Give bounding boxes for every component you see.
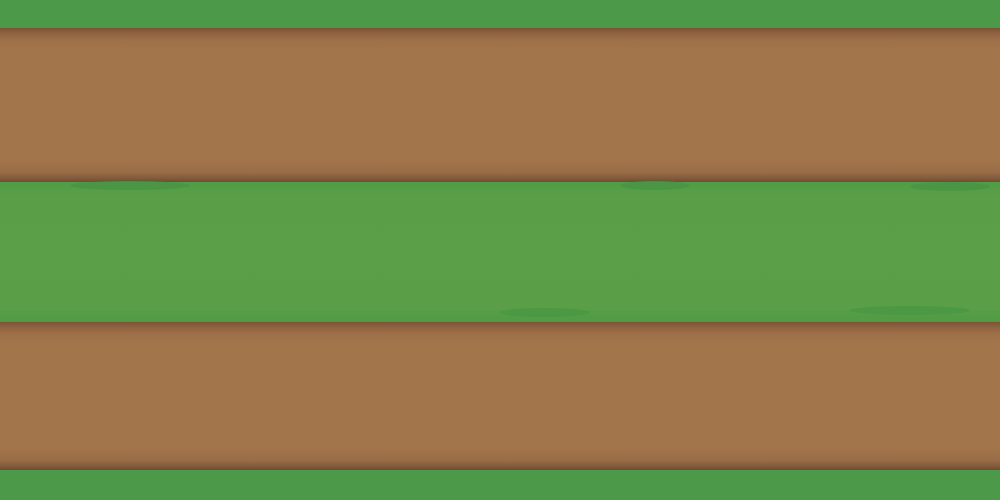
grass-lane-middle: [0, 181, 1000, 322]
dirt-lane-upper: [0, 28, 1000, 182]
grass-tuft: [70, 181, 190, 190]
grass-lane-top: [0, 0, 1000, 28]
grass-tuft: [500, 308, 590, 317]
game-scene: [0, 0, 1000, 500]
grass-lane-bottom: [0, 470, 1000, 500]
dirt-lane-lower: [0, 322, 1000, 470]
grass-tuft: [620, 181, 690, 190]
grass-tuft: [850, 306, 970, 315]
grass-tuft: [910, 182, 990, 191]
